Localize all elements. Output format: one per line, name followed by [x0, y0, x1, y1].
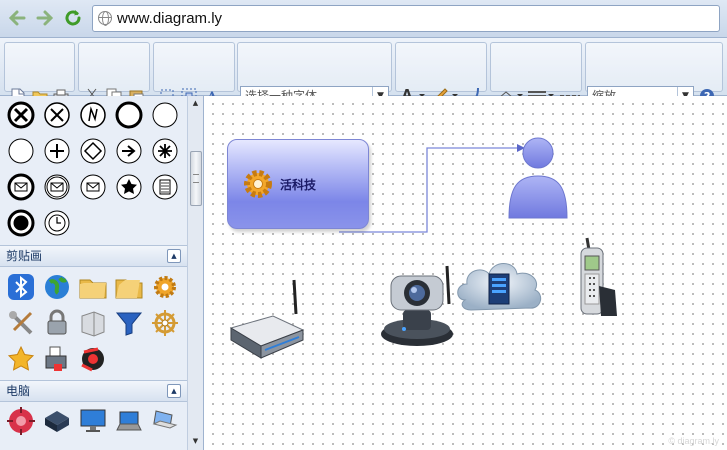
arrow-left-icon [8, 10, 26, 26]
conditional-gateway-icon[interactable] [78, 136, 108, 166]
user-icon[interactable] [505, 136, 571, 220]
printer-clipart-icon[interactable] [42, 344, 72, 374]
server-box-icon[interactable] [42, 406, 72, 436]
start-event-icon[interactable] [150, 100, 180, 130]
monitor-icon[interactable] [78, 406, 108, 436]
font-group [237, 42, 392, 92]
signal-arrow-event-icon[interactable] [114, 136, 144, 166]
event-circle-icon[interactable] [6, 136, 36, 166]
gear-icon[interactable] [150, 272, 180, 302]
collapse-icon[interactable]: ▲ [167, 249, 181, 263]
computers-section-title: 电脑 [6, 384, 31, 398]
link-event-icon[interactable] [78, 100, 108, 130]
back-button[interactable] [5, 7, 29, 31]
helm-icon[interactable] [150, 308, 180, 338]
multiple-event-icon[interactable] [150, 136, 180, 166]
clipart-section-title: 剪贴画 [6, 249, 43, 263]
browser-bar: www.diagram.ly [0, 0, 727, 38]
url-text: www.diagram.ly [117, 10, 223, 27]
view-group [585, 42, 723, 92]
scroll-thumb[interactable] [190, 151, 202, 206]
clipart-section-header[interactable]: 剪贴画 ▲ [0, 245, 187, 267]
message-start-event-icon[interactable] [78, 172, 108, 202]
laptop-icon[interactable] [114, 406, 144, 436]
globe-icon [98, 11, 112, 26]
process-node[interactable]: 活科技 [227, 139, 369, 229]
message-intermediate-event-icon[interactable] [42, 172, 72, 202]
message-end-event-icon[interactable] [6, 172, 36, 202]
router-icon[interactable] [227, 278, 307, 362]
cordless-phone-icon[interactable] [571, 236, 623, 320]
lock-icon[interactable] [42, 308, 72, 338]
scroll-up-icon[interactable]: ▲ [190, 98, 201, 108]
funnel-icon[interactable] [114, 308, 144, 338]
sidebar-scrollbar[interactable]: ▲ ▼ [187, 96, 203, 450]
diagram-canvas[interactable]: 活科技 © diagram.ly [205, 96, 727, 450]
forward-button[interactable] [33, 7, 57, 31]
cloud-server-icon[interactable] [455, 256, 545, 320]
timer-event-icon[interactable] [42, 208, 72, 238]
arrow-right-icon [36, 10, 54, 26]
star-icon[interactable] [6, 344, 36, 374]
shape-sidebar: 剪贴画 ▲ 电脑 ▲ ▲ ▼ [0, 96, 204, 450]
cancel-end-event-icon[interactable] [6, 100, 36, 130]
network-hub-icon[interactable] [6, 406, 36, 436]
reload-button[interactable] [61, 7, 85, 31]
edit-group [78, 42, 150, 92]
tools-icon[interactable] [6, 308, 36, 338]
film-reel-icon[interactable] [78, 344, 108, 374]
computers-section-header[interactable]: 电脑 ▲ [0, 380, 187, 402]
end-event-icon[interactable] [114, 100, 144, 130]
star-event-icon[interactable] [114, 172, 144, 202]
ip-camera-icon[interactable] [377, 264, 461, 350]
scroll-down-icon[interactable]: ▼ [190, 436, 201, 446]
arrange-group [153, 42, 235, 92]
process-node-label: 活科技 [280, 178, 317, 192]
cancel-event-icon[interactable] [42, 100, 72, 130]
bluetooth-icon[interactable] [6, 272, 36, 302]
laptop-open-icon[interactable] [150, 406, 180, 436]
color-group [395, 42, 487, 92]
open-folder-clipart-icon[interactable] [114, 272, 144, 302]
terminate-event-icon[interactable] [6, 208, 36, 238]
collapse-icon[interactable]: ▲ [167, 384, 181, 398]
file-group [4, 42, 75, 92]
folder-icon[interactable] [78, 272, 108, 302]
reload-icon [65, 10, 81, 26]
watermark: © diagram.ly [668, 436, 719, 446]
rule-event-icon[interactable] [150, 172, 180, 202]
partition-icon[interactable] [78, 308, 108, 338]
globe-clipart-icon[interactable] [42, 272, 72, 302]
address-bar[interactable]: www.diagram.ly [92, 5, 720, 32]
connector-group [490, 42, 582, 92]
parallel-gateway-icon[interactable] [42, 136, 72, 166]
gear-icon [244, 170, 272, 198]
editor-toolbar: A 选择一种字体... ▼ 12pt ▼ B i U A 缩放... ▼ ? [0, 38, 727, 128]
shape-palette: 剪贴画 ▲ 电脑 ▲ [0, 96, 187, 450]
